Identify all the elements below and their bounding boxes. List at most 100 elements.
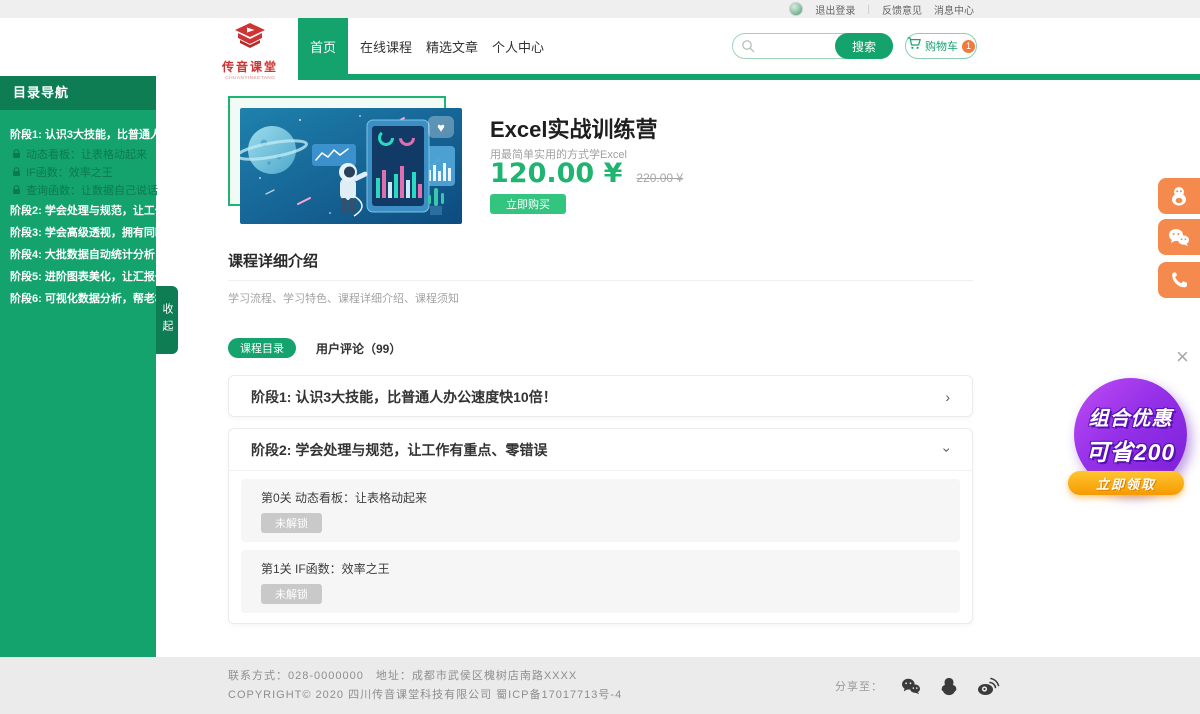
topbar-divider: | bbox=[867, 4, 870, 15]
chevron-right-icon: › bbox=[175, 269, 179, 283]
footer: 联系方式：028-0000000 地址：成都市武侯区槐树店南路XXXX COPY… bbox=[0, 657, 1200, 714]
sidebar-lesson-3[interactable]: 查询函数：让数据自己说话 bbox=[0, 181, 156, 199]
chevron-down-icon: › bbox=[165, 132, 179, 136]
topbar-links: 退出登录 | 反馈意见 消息中心 bbox=[789, 0, 974, 18]
sidebar-stage-6[interactable]: 阶段6: 可视化数据分析，帮老板... › bbox=[0, 287, 156, 309]
cart-icon bbox=[907, 37, 921, 55]
lesson-2-title: 第1关 IF函数：效率之王 bbox=[261, 560, 940, 577]
cart-count-badge: 1 bbox=[962, 40, 975, 53]
nav-tab-courses[interactable]: 在线课程 bbox=[358, 18, 414, 74]
catalog-stage2-header[interactable]: 阶段2: 学会处理与规范，让工作有重点、零错误 › bbox=[229, 429, 972, 471]
sidebar-collapse-button[interactable]: 收起 bbox=[156, 286, 178, 354]
tab-comments[interactable]: 用户评论（99） bbox=[316, 340, 401, 357]
topbar: 退出登录 | 反馈意见 消息中心 bbox=[0, 0, 1200, 18]
footer-contact: 联系方式：028-0000000 地址：成都市武侯区槐树店南路XXXX bbox=[228, 667, 622, 686]
share-wechat-icon[interactable] bbox=[900, 677, 922, 695]
share-qq-icon[interactable] bbox=[939, 676, 959, 696]
section-divider bbox=[228, 280, 973, 281]
catalog-stage2-body: 第0关 动态看板：让表格动起来 未解锁 第1关 IF函数：效率之王 未解锁 bbox=[229, 471, 972, 623]
nav-tab-home[interactable]: 首页 bbox=[298, 18, 348, 74]
sidebar-stage-4-label: 阶段4: 大批数据自动统计分析，... bbox=[10, 246, 175, 262]
cart-label: 购物车 bbox=[925, 38, 958, 54]
feedback-link[interactable]: 反馈意见 bbox=[882, 2, 922, 17]
catalog-stage1-header[interactable]: 阶段1: 认识3大技能，比普通人办公速度快10倍！ › bbox=[229, 376, 972, 418]
logo-title: 传音课堂 bbox=[222, 58, 278, 75]
sidebar-stage-2[interactable]: 阶段2: 学会处理与规范，让工作... › bbox=[0, 199, 156, 221]
chevron-right-icon: › bbox=[175, 247, 179, 261]
catalog-sidebar: 目录导航 阶段1: 认识3大技能，比普通人... › 动态看板：让表格动起来 I… bbox=[0, 76, 156, 657]
wechat-contact-button[interactable] bbox=[1158, 219, 1200, 255]
sidebar-stage-5[interactable]: 阶段5: 进阶图表美化，让汇报一... › bbox=[0, 265, 156, 287]
sidebar-lesson-1-label: 动态看板：让表格动起来 bbox=[26, 146, 147, 162]
logout-link[interactable]: 退出登录 bbox=[815, 2, 855, 17]
logo-subtitle: CHUANYINKETANG bbox=[225, 76, 275, 81]
sidebar-header: 目录导航 bbox=[0, 76, 156, 110]
course-cover-image[interactable]: ♥ bbox=[240, 108, 462, 224]
sidebar-stage-2-label: 阶段2: 学会处理与规范，让工作... bbox=[10, 202, 175, 218]
sidebar-stage-6-label: 阶段6: 可视化数据分析，帮老板... bbox=[10, 290, 175, 306]
sidebar-stage-1-label: 阶段1: 认识3大技能，比普通人... bbox=[10, 126, 170, 142]
catalog-card-stage1: 阶段1: 认识3大技能，比普通人办公速度快10倍！ › bbox=[228, 375, 973, 417]
section-tags: 学习流程、学习特色、课程详细介绍、课程须知 bbox=[228, 290, 459, 306]
footer-info: 联系方式：028-0000000 地址：成都市武侯区槐树店南路XXXX COPY… bbox=[228, 667, 622, 705]
page: 退出登录 | 反馈意见 消息中心 传音课堂 CHUANYINKETANG 首页 … bbox=[0, 0, 1200, 714]
favorite-icon[interactable]: ♥ bbox=[428, 116, 454, 138]
promo-line-2: 可省200 bbox=[1086, 433, 1175, 467]
phone-contact-button[interactable] bbox=[1158, 262, 1200, 298]
share-weibo-icon[interactable] bbox=[976, 676, 1000, 696]
user-avatar[interactable] bbox=[789, 2, 803, 16]
logo[interactable]: 传音课堂 CHUANYINKETANG bbox=[214, 22, 286, 81]
footer-copyright: COPYRIGHT© 2020 四川传音课堂科技有限公司 蜀ICP备170177… bbox=[228, 686, 622, 705]
price-row: 120.00 ¥ 220.00 ¥ bbox=[490, 158, 683, 189]
promo-close-icon[interactable]: × bbox=[1176, 346, 1189, 368]
catalog-stage1-title: 阶段1: 认识3大技能，比普通人办公速度快10倍！ bbox=[251, 387, 557, 407]
tab-catalog[interactable]: 课程目录 bbox=[228, 338, 296, 358]
course-original-price: 220.00 ¥ bbox=[636, 171, 683, 185]
qq-contact-button[interactable] bbox=[1158, 178, 1200, 214]
chevron-right-icon: › bbox=[175, 225, 179, 239]
messages-link[interactable]: 消息中心 bbox=[934, 2, 974, 17]
search-button[interactable]: 搜索 bbox=[835, 33, 893, 59]
nav-tab-profile[interactable]: 个人中心 bbox=[490, 18, 546, 74]
chevron-right-icon: › bbox=[175, 203, 179, 217]
qq-icon bbox=[1168, 185, 1190, 207]
logo-icon bbox=[232, 22, 268, 57]
nav-tab-articles[interactable]: 精选文章 bbox=[424, 18, 480, 74]
sidebar-lesson-3-label: 查询函数：让数据自己说话 bbox=[26, 182, 158, 198]
course-title: Excel实战训练营 bbox=[490, 112, 658, 144]
searchbox: 搜索 bbox=[732, 33, 893, 59]
chevron-down-icon: › bbox=[940, 447, 956, 452]
sidebar-stage-3-label: 阶段3: 学会高级透视，拥有同时... bbox=[10, 224, 175, 240]
detail-tabs: 课程目录 用户评论（99） bbox=[228, 338, 401, 358]
lock-icon bbox=[12, 185, 21, 195]
nav-tabs: 首页 在线课程 精选文章 个人中心 bbox=[298, 18, 546, 74]
lesson-item-1[interactable]: 第0关 动态看板：让表格动起来 未解锁 bbox=[241, 479, 960, 542]
wechat-icon bbox=[1167, 227, 1191, 247]
sidebar-lesson-2[interactable]: IF函数：效率之王 bbox=[0, 163, 156, 181]
promo-line-1: 组合优惠 bbox=[1089, 402, 1173, 431]
navbar: 传音课堂 CHUANYINKETANG 首页 在线课程 精选文章 个人中心 搜索… bbox=[0, 18, 1200, 74]
footer-share: 分享至： bbox=[835, 657, 1000, 714]
cart-button[interactable]: 购物车 1 bbox=[905, 33, 977, 59]
lock-icon bbox=[12, 149, 21, 159]
catalog-stage2-title: 阶段2: 学会处理与规范，让工作有重点、零错误 bbox=[251, 440, 547, 460]
sidebar-stage-5-label: 阶段5: 进阶图表美化，让汇报一... bbox=[10, 268, 175, 284]
section-title: 课程详细介绍 bbox=[228, 250, 318, 271]
sidebar-stage-3[interactable]: 阶段3: 学会高级透视，拥有同时... › bbox=[0, 221, 156, 243]
lesson-item-2[interactable]: 第1关 IF函数：效率之王 未解锁 bbox=[241, 550, 960, 613]
share-label: 分享至： bbox=[835, 678, 883, 694]
promo-claim-button[interactable]: 立即领取 bbox=[1068, 471, 1184, 495]
chevron-right-icon: › bbox=[945, 389, 950, 405]
lock-icon bbox=[12, 167, 21, 177]
search-icon bbox=[741, 39, 755, 53]
sidebar-stage-1[interactable]: 阶段1: 认识3大技能，比普通人... › bbox=[0, 123, 156, 145]
buy-now-button[interactable]: 立即购买 bbox=[490, 194, 566, 214]
sidebar-lesson-2-label: IF函数：效率之王 bbox=[26, 164, 113, 180]
phone-icon bbox=[1169, 270, 1189, 290]
sidebar-stage-4[interactable]: 阶段4: 大批数据自动统计分析，... › bbox=[0, 243, 156, 265]
lesson-2-status-badge: 未解锁 bbox=[261, 584, 322, 604]
course-price: 120.00 ¥ bbox=[490, 158, 622, 189]
nav-underline bbox=[298, 74, 1200, 80]
sidebar-lesson-1[interactable]: 动态看板：让表格动起来 bbox=[0, 145, 156, 163]
lesson-1-status-badge: 未解锁 bbox=[261, 513, 322, 533]
